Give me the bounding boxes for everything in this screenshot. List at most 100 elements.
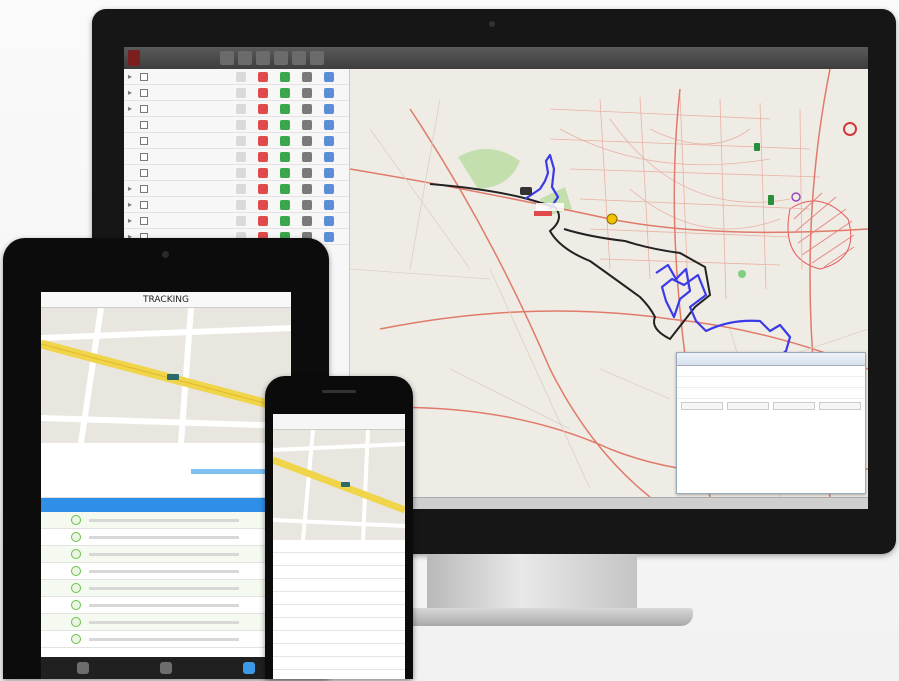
- vehicle-marker[interactable]: [167, 374, 179, 380]
- report-icon[interactable]: [302, 200, 312, 210]
- tracking-tab-icon[interactable]: [243, 662, 256, 674]
- map-icon[interactable]: [236, 72, 246, 82]
- report-icon[interactable]: [302, 184, 312, 194]
- status-icon[interactable]: [258, 216, 268, 226]
- settings-icon[interactable]: [324, 168, 334, 178]
- vehicle-list-item[interactable]: ▸: [124, 101, 349, 117]
- trip-row[interactable]: [41, 563, 291, 580]
- settings-icon[interactable]: [324, 152, 334, 162]
- poi-marker[interactable]: [738, 270, 746, 278]
- vehicle-list-item[interactable]: ▸: [124, 213, 349, 229]
- vehicle-list-item[interactable]: ▸: [124, 197, 349, 213]
- trip-row[interactable]: [41, 597, 291, 614]
- trip-row[interactable]: [41, 580, 291, 597]
- vehicle-list-item[interactable]: ▸: [124, 181, 349, 197]
- status-icon[interactable]: [258, 200, 268, 210]
- report-icon[interactable]: [302, 72, 312, 82]
- settings-icon[interactable]: [324, 232, 334, 242]
- phone-map[interactable]: [273, 430, 405, 540]
- detail-row[interactable]: [273, 592, 405, 605]
- map-icon[interactable]: [236, 104, 246, 114]
- report-icon[interactable]: [302, 216, 312, 226]
- status-icon[interactable]: [258, 184, 268, 194]
- signal-icon[interactable]: [280, 72, 290, 82]
- vehicle-marker[interactable]: [754, 143, 760, 151]
- detail-row[interactable]: [273, 553, 405, 566]
- map-icon[interactable]: [236, 88, 246, 98]
- detail-row[interactable]: [273, 566, 405, 579]
- settings-icon[interactable]: [324, 88, 334, 98]
- expand-arrow-icon[interactable]: ▸: [128, 88, 132, 97]
- signal-icon[interactable]: [280, 88, 290, 98]
- detail-row[interactable]: [273, 644, 405, 657]
- vehicle-list-item[interactable]: ▸: [124, 69, 349, 85]
- detail-row[interactable]: [273, 579, 405, 592]
- map-icon[interactable]: [236, 136, 246, 146]
- trip-row[interactable]: [41, 512, 291, 529]
- map-icon[interactable]: [236, 120, 246, 130]
- report-icon[interactable]: [302, 168, 312, 178]
- alert-button[interactable]: [292, 51, 306, 65]
- vehicle-checkbox[interactable]: [140, 185, 148, 193]
- map-icon[interactable]: [236, 168, 246, 178]
- vehicle-list-item[interactable]: [124, 149, 349, 165]
- vehicle-checkbox[interactable]: [140, 73, 148, 81]
- status-icon[interactable]: [258, 168, 268, 178]
- vehicle-checkbox[interactable]: [140, 89, 148, 97]
- vehicle-checkbox[interactable]: [140, 201, 148, 209]
- signal-icon[interactable]: [280, 120, 290, 130]
- detail-row[interactable]: [273, 540, 405, 553]
- signal-icon[interactable]: [280, 136, 290, 146]
- vehicle-list-item[interactable]: [124, 133, 349, 149]
- map-icon[interactable]: [236, 200, 246, 210]
- map-button[interactable]: [238, 51, 252, 65]
- trip-row[interactable]: [41, 546, 291, 563]
- stop-marker[interactable]: [606, 213, 618, 225]
- status-icon[interactable]: [258, 88, 268, 98]
- settings-icon[interactable]: [324, 136, 334, 146]
- vehicle-marker[interactable]: [768, 195, 774, 205]
- map-tab-icon[interactable]: [159, 662, 172, 674]
- signal-icon[interactable]: [280, 152, 290, 162]
- vehicle-checkbox[interactable]: [140, 153, 148, 161]
- detail-row[interactable]: [273, 618, 405, 631]
- map-icon[interactable]: [236, 152, 246, 162]
- report-icon[interactable]: [302, 88, 312, 98]
- signal-icon[interactable]: [280, 200, 290, 210]
- settings-button[interactable]: [274, 51, 288, 65]
- home-button[interactable]: [220, 51, 234, 65]
- expand-arrow-icon[interactable]: ▸: [128, 200, 132, 209]
- settings-icon[interactable]: [324, 200, 334, 210]
- detail-row[interactable]: [273, 605, 405, 618]
- report-icon[interactable]: [302, 120, 312, 130]
- settings-icon[interactable]: [324, 72, 334, 82]
- expand-arrow-icon[interactable]: ▸: [128, 184, 132, 193]
- help-button[interactable]: [310, 51, 324, 65]
- status-icon[interactable]: [258, 104, 268, 114]
- report-icon[interactable]: [302, 136, 312, 146]
- expand-arrow-icon[interactable]: ▸: [128, 104, 132, 113]
- detail-row[interactable]: [273, 631, 405, 644]
- signal-icon[interactable]: [280, 168, 290, 178]
- trip-row[interactable]: [41, 614, 291, 631]
- report-icon[interactable]: [302, 104, 312, 114]
- settings-icon[interactable]: [324, 104, 334, 114]
- vehicle-checkbox[interactable]: [140, 217, 148, 225]
- detail-row[interactable]: [273, 657, 405, 670]
- settings-icon[interactable]: [324, 120, 334, 130]
- vehicle-checkbox[interactable]: [140, 137, 148, 145]
- map-icon[interactable]: [236, 216, 246, 226]
- vehicle-list-item[interactable]: ▸: [124, 85, 349, 101]
- settings-icon[interactable]: [324, 216, 334, 226]
- report-icon[interactable]: [302, 152, 312, 162]
- expand-arrow-icon[interactable]: ▸: [128, 216, 132, 225]
- trip-header-bar[interactable]: [41, 498, 291, 512]
- tablet-map[interactable]: [41, 308, 291, 443]
- status-icon[interactable]: [258, 120, 268, 130]
- vehicle-checkbox[interactable]: [140, 169, 148, 177]
- report-button[interactable]: [256, 51, 270, 65]
- vehicle-checkbox[interactable]: [140, 105, 148, 113]
- signal-icon[interactable]: [280, 104, 290, 114]
- map-icon[interactable]: [236, 184, 246, 194]
- trip-row[interactable]: [41, 631, 291, 648]
